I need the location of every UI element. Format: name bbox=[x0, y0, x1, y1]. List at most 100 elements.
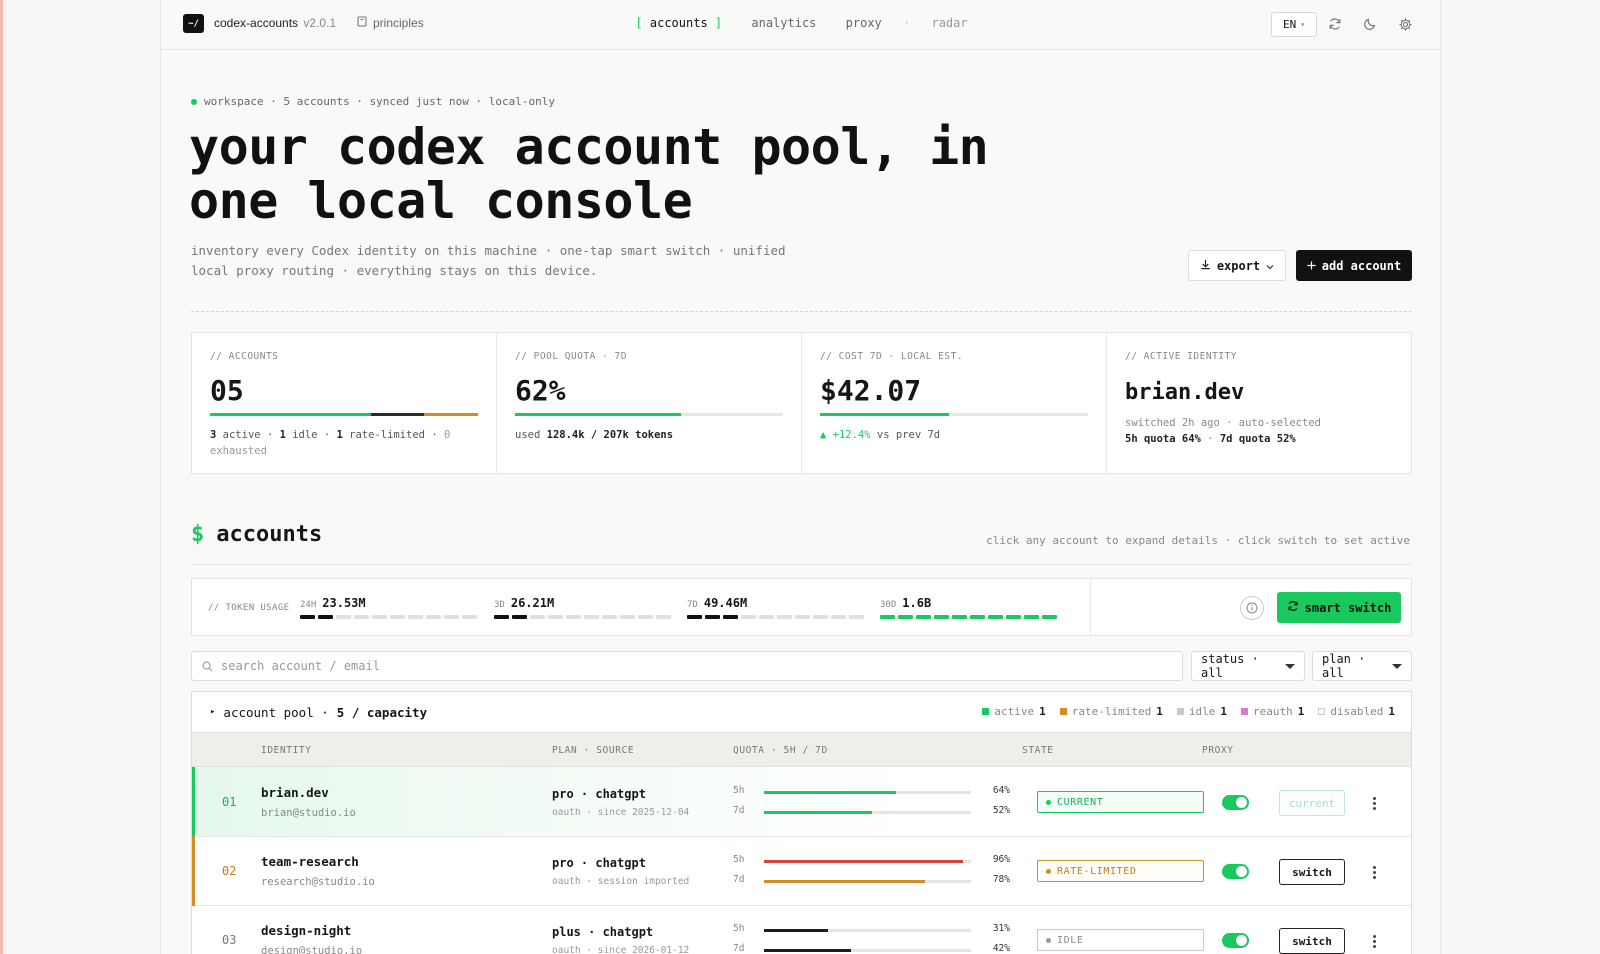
smart-switch-label: smart switch bbox=[1304, 600, 1392, 615]
more-menu-icon[interactable] bbox=[1369, 863, 1379, 881]
usage-period-header: 3D 26.21M bbox=[494, 596, 671, 610]
nav-proxy[interactable]: proxy bbox=[846, 16, 882, 30]
usage-meter-segment bbox=[462, 615, 477, 619]
legend-item-active[interactable]: active 1 bbox=[982, 705, 1046, 718]
stat-pool-quota: // POOL QUOTA · 7D 62% used 128.4k / 207… bbox=[497, 333, 802, 473]
legend-swatch-icon bbox=[1176, 708, 1184, 715]
proxy-toggle[interactable] bbox=[1222, 933, 1249, 948]
nav-accounts[interactable]: [ accounts ] bbox=[635, 16, 722, 30]
more-menu-icon[interactable] bbox=[1369, 932, 1379, 950]
stat-value: 05 bbox=[210, 374, 244, 407]
stat-active-identity: // ACTIVE IDENTITY brian.dev switched 2h… bbox=[1107, 333, 1411, 473]
nav-accounts-label: accounts bbox=[649, 16, 708, 30]
table-row[interactable]: 02 team-research research@studio.io pro · c… bbox=[192, 836, 1411, 906]
usage-meter-segment bbox=[1024, 615, 1039, 619]
usage-meter-segment bbox=[723, 615, 738, 619]
download-icon bbox=[1200, 259, 1211, 273]
usage-meter-segment bbox=[813, 615, 828, 619]
account-name: design-night bbox=[261, 923, 352, 938]
language-value: EN bbox=[1282, 18, 1297, 31]
kebab-dot bbox=[1372, 944, 1376, 948]
usage-meter-segment bbox=[898, 615, 913, 619]
legend-label: active bbox=[994, 705, 1035, 718]
usage-meter-segment bbox=[372, 615, 387, 619]
info-icon[interactable] bbox=[1240, 596, 1264, 620]
active-identity-note: switched 2h ago · auto-selected 5h quota… bbox=[1125, 415, 1393, 447]
accounts-breakdown-bar bbox=[210, 413, 478, 416]
proxy-toggle[interactable] bbox=[1222, 795, 1249, 810]
legend-item-rate-limited[interactable]: rate-limited 1 bbox=[1059, 705, 1163, 718]
usage-meter-segment bbox=[741, 615, 756, 619]
plan-filter[interactable]: plan · all bbox=[1312, 651, 1412, 681]
usage-meter bbox=[880, 615, 1057, 619]
usage-meter-segment bbox=[444, 615, 459, 619]
quota-7d-label: 7d bbox=[733, 805, 745, 816]
legend-item-disabled[interactable]: disabled 1 bbox=[1318, 705, 1395, 718]
token-usage-panel: // TOKEN USAGE 24H 23.53M 3D 26.21M 7D 49.46M… bbox=[191, 578, 1412, 636]
table-row[interactable]: 01 brian.dev brian@studio.io pro · chatgpt o… bbox=[192, 767, 1411, 837]
col-plan: PLAN · SOURCE bbox=[552, 745, 635, 756]
gear-icon[interactable] bbox=[1395, 14, 1415, 34]
usage-meter-segment bbox=[1006, 615, 1021, 619]
account-source: oauth · since 2025-12-04 bbox=[552, 807, 690, 818]
stats-panel: // ACCOUNTS 05 3 active · 1 idle · 1 rat… bbox=[191, 332, 1412, 474]
usage-meter-segment bbox=[952, 615, 967, 619]
legend-label: idle bbox=[1188, 705, 1216, 718]
quota-7d-label: 7d quota bbox=[1219, 433, 1271, 445]
section-hint: click any account to expand details · cl… bbox=[986, 534, 1410, 547]
export-button[interactable]: export bbox=[1188, 250, 1286, 281]
refresh-icon[interactable] bbox=[1325, 14, 1345, 34]
kebab-dot bbox=[1372, 806, 1376, 810]
usage-period-value: 1.6B bbox=[902, 596, 932, 610]
stat-cost: // COST 7D · LOCAL EST. $42.07 ▲ +12.4% … bbox=[802, 333, 1107, 473]
legend-count: 1 bbox=[1039, 705, 1046, 718]
legend-count: 1 bbox=[1388, 705, 1395, 718]
legend-swatch-icon bbox=[1059, 708, 1067, 715]
language-select[interactable]: EN ▾ bbox=[1271, 12, 1317, 37]
usage-period-7d: 7D 49.46M bbox=[687, 596, 864, 619]
col-state: STATE bbox=[1022, 745, 1054, 756]
idle-label: idle · bbox=[292, 429, 331, 441]
switch-button[interactable]: switch bbox=[1279, 928, 1345, 954]
usage-meter-segment bbox=[970, 615, 985, 619]
search-input[interactable] bbox=[221, 659, 1121, 673]
stat-label: // ACCOUNTS bbox=[210, 351, 279, 362]
kebab-dot bbox=[1372, 796, 1376, 800]
add-account-button[interactable]: add account bbox=[1296, 250, 1412, 281]
nav-radar[interactable]: radar bbox=[931, 16, 967, 30]
account-email: design@studio.io bbox=[261, 945, 363, 954]
status-dot-icon bbox=[1046, 799, 1051, 805]
chevron-down-icon bbox=[1266, 259, 1274, 273]
legend-item-idle[interactable]: idle 1 bbox=[1176, 705, 1227, 718]
switch-button[interactable]: switch bbox=[1279, 859, 1345, 885]
accounts-bar-segment bbox=[370, 413, 425, 416]
more-menu-icon[interactable] bbox=[1369, 794, 1379, 812]
smart-switch-button[interactable]: smart switch bbox=[1277, 592, 1401, 623]
legend-item-reauth[interactable]: reauth 1 bbox=[1241, 705, 1304, 718]
caret-down-icon bbox=[1392, 663, 1402, 669]
proxy-toggle[interactable] bbox=[1222, 864, 1249, 879]
usage-meter-segment bbox=[354, 615, 369, 619]
exhausted-label: exhausted bbox=[210, 445, 267, 457]
usage-meter-segment bbox=[656, 615, 671, 619]
table-row[interactable]: 03 design-night design@studio.io plus · cha… bbox=[192, 905, 1411, 954]
expand-toggle-icon[interactable]: ▸ bbox=[210, 707, 215, 717]
nav-analytics[interactable]: analytics bbox=[751, 16, 816, 30]
status-badge: CURRENT bbox=[1037, 791, 1204, 813]
quota-5h-bar bbox=[764, 860, 971, 863]
top-nav: ~/ codex-accounts v2.0.1 principles [ ac… bbox=[161, 0, 1440, 50]
status-filter[interactable]: status · all bbox=[1191, 651, 1305, 681]
usage-period-header: 30D 1.6B bbox=[880, 596, 1057, 610]
moon-icon[interactable] bbox=[1360, 14, 1380, 34]
usage-meter-segment bbox=[795, 615, 810, 619]
stat-label: // COST 7D · LOCAL EST. bbox=[820, 351, 964, 362]
accounts-breakdown-note: 3 active · 1 idle · 1 rate-limited · 0 e… bbox=[210, 427, 470, 459]
usage-meter bbox=[687, 615, 864, 619]
stat-value: $42.07 bbox=[820, 374, 922, 407]
search-field[interactable] bbox=[191, 651, 1183, 681]
pool-quota-note-value: 128.4k / 207k tokens bbox=[546, 429, 674, 441]
quota-5h-value: 96% bbox=[992, 854, 1010, 865]
cost-delta: ▲ +12.4% bbox=[820, 429, 871, 441]
kebab-dot bbox=[1372, 939, 1376, 943]
usage-meter-segment bbox=[408, 615, 423, 619]
